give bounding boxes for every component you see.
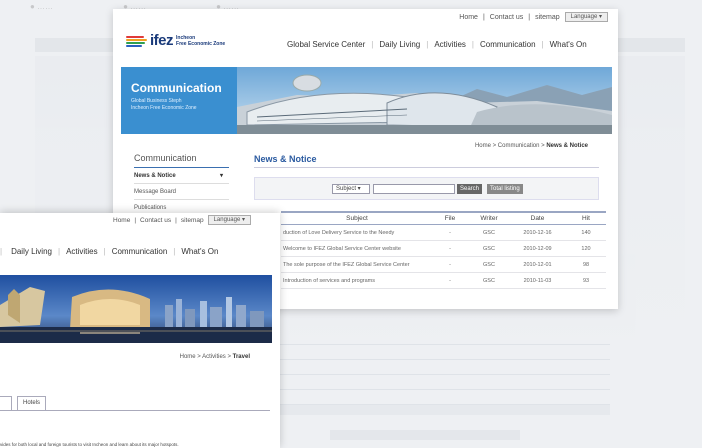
search-button[interactable]: Search bbox=[457, 184, 483, 194]
search-box: Subject ▾ Search Total listing bbox=[254, 177, 599, 200]
sitemap-link[interactable]: sitemap bbox=[535, 14, 560, 21]
nav-whats-on[interactable]: What's On bbox=[175, 247, 224, 256]
contact-us-link[interactable]: Contact us bbox=[490, 14, 523, 21]
travel-page-window: Home | Contact us | sitemap Language ▾ |… bbox=[0, 213, 280, 448]
lnb-item-message-board[interactable]: Message Board bbox=[134, 184, 229, 200]
utility-links: Home | Contact us | sitemap Language ▾ bbox=[113, 215, 251, 225]
logo-stripes-icon bbox=[126, 35, 148, 47]
banner-title: Communication bbox=[131, 81, 222, 95]
table-row[interactable]: The sole purpose of the IFEZ Global Serv… bbox=[281, 257, 606, 273]
table-row[interactable]: duction of Love Delivery Service to the … bbox=[281, 225, 606, 241]
contact-us-link[interactable]: Contact us bbox=[140, 217, 171, 224]
nav-daily-living[interactable]: Daily Living bbox=[373, 40, 426, 49]
nav-daily-living[interactable]: Daily Living bbox=[5, 247, 58, 256]
harbor-skyline-photo bbox=[0, 275, 272, 343]
table-row[interactable]: Welcome to IFEZ Global Service Center we… bbox=[281, 241, 606, 257]
section-banner: Communication Global Business Steph Inch… bbox=[121, 67, 612, 134]
table-row[interactable]: Introduction of services and programs - GS… bbox=[281, 273, 606, 289]
nav-communication[interactable]: Communication bbox=[474, 40, 542, 49]
utility-links: Home | Contact us | sitemap Language ▾ bbox=[459, 12, 608, 22]
total-listing-button[interactable]: Total listing bbox=[487, 184, 523, 194]
tab-hotels[interactable]: Hotels bbox=[17, 396, 47, 410]
lnb-item-news-notice[interactable]: News & Notice ▾ bbox=[134, 168, 229, 184]
convention-center-photo bbox=[237, 67, 612, 134]
notice-table: Subject File Writer Date Hit duction of … bbox=[281, 211, 606, 289]
home-link[interactable]: Home bbox=[113, 217, 130, 224]
sitemap-link[interactable]: sitemap bbox=[181, 217, 204, 224]
global-nav: Global Service Center | Daily Living | Act… bbox=[281, 40, 593, 49]
search-field-select[interactable]: Subject ▾ bbox=[332, 184, 370, 194]
breadcrumb: Home > Communication > News & Notice bbox=[474, 143, 588, 149]
table-header: Subject File Writer Date Hit bbox=[281, 211, 606, 225]
language-select[interactable]: Language ▾ bbox=[564, 12, 608, 22]
breadcrumb: Home > Activities > Travel bbox=[179, 354, 250, 360]
language-select[interactable]: Language ▾ bbox=[207, 215, 251, 225]
search-input[interactable] bbox=[373, 184, 455, 194]
tab-previous[interactable] bbox=[0, 396, 12, 410]
travel-tabs: Hotels bbox=[0, 396, 51, 410]
page-title: News & Notice bbox=[254, 154, 317, 164]
nav-global-service-center[interactable]: Global Service Center bbox=[281, 40, 371, 49]
nav-activities[interactable]: Activities bbox=[60, 247, 104, 256]
travel-description: vides for both local and foreign tourist… bbox=[0, 442, 179, 447]
global-nav: | Daily Living | Activities | Communicatio… bbox=[0, 247, 224, 256]
nav-whats-on[interactable]: What's On bbox=[544, 40, 593, 49]
nav-communication[interactable]: Communication bbox=[106, 247, 174, 256]
ifez-logo[interactable]: ifez Incheon Free Economic Zone bbox=[126, 32, 225, 49]
chevron-down-icon: ▾ bbox=[219, 173, 223, 179]
local-nav-title: Communication bbox=[134, 153, 229, 168]
nav-activities[interactable]: Activities bbox=[428, 40, 472, 49]
home-link[interactable]: Home bbox=[459, 14, 478, 21]
local-nav: Communication News & Notice ▾ Message Bo… bbox=[134, 153, 229, 216]
